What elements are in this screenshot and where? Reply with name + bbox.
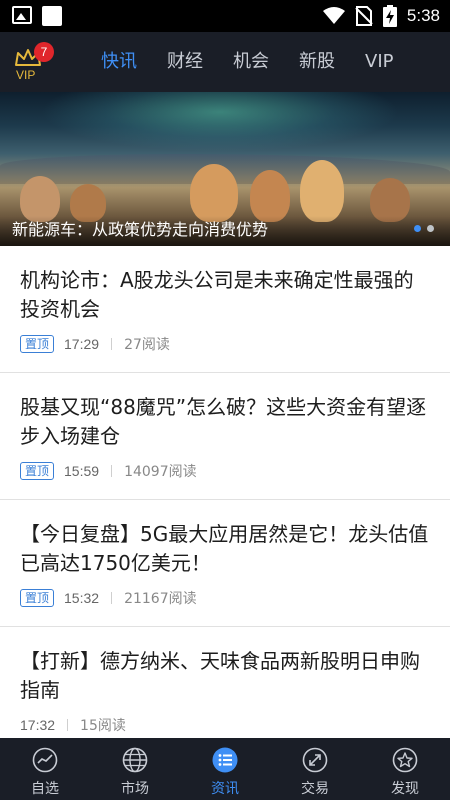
article-time: 17:29: [64, 336, 100, 352]
divider: [111, 338, 113, 350]
news-list-icon: [212, 747, 238, 773]
tab-new-stocks[interactable]: 新股: [284, 32, 350, 92]
pinned-badge: 置顶: [20, 462, 55, 480]
divider: [111, 592, 113, 604]
tab-opportunity[interactable]: 机会: [218, 32, 284, 92]
square-icon: [42, 6, 62, 26]
pinned-badge: 置顶: [20, 335, 55, 353]
bottom-tab-label: 发现: [391, 781, 419, 797]
article-meta: 置顶 15:32 21167阅读: [20, 587, 430, 609]
read-count: 15阅读: [80, 718, 126, 734]
globe-icon: [122, 747, 148, 773]
bottom-tab-label: 自选: [31, 781, 59, 797]
bottom-tab-watchlist[interactable]: 自选: [0, 738, 90, 800]
carousel-indicator: [414, 225, 434, 232]
exchange-icon: [302, 747, 328, 773]
bottom-tab-market[interactable]: 市场: [90, 738, 180, 800]
bottom-tab-bar: 自选 市场 资讯 交易 发现: [0, 738, 450, 800]
bottom-tab-trade[interactable]: 交易: [270, 738, 360, 800]
article-time: 15:59: [64, 463, 100, 479]
bottom-tab-discover[interactable]: 发现: [360, 738, 450, 800]
article-meta: 置顶 15:59 14097阅读: [20, 460, 430, 482]
article-title[interactable]: 机构论市：A股龙头公司是未来确定性最强的投资机会: [20, 266, 430, 324]
read-count: 27阅读: [124, 337, 170, 353]
notification-badge: 7: [34, 42, 54, 62]
pinned-badge: 置顶: [20, 589, 55, 607]
vip-button[interactable]: VIP 7: [12, 42, 54, 82]
tab-flash-news[interactable]: 快讯: [86, 32, 152, 92]
bottom-tab-label: 市场: [121, 781, 149, 797]
divider: [111, 465, 113, 477]
read-count: 14097阅读: [124, 464, 197, 480]
article-meta: 17:32 15阅读: [20, 714, 430, 736]
bottom-tab-label: 资讯: [211, 781, 239, 797]
battery-charging-icon: [382, 5, 397, 27]
divider: [67, 719, 69, 731]
article-item[interactable]: 【今日复盘】5G最大应用居然是它！龙头估值已高达1750亿美元！ 置顶 15:3…: [0, 500, 450, 627]
clock-time: 5:38: [406, 6, 440, 25]
status-bar: 5:38: [0, 0, 450, 32]
banner-image: [40, 92, 400, 152]
banner-title[interactable]: 新能源车：从政策优势走向消费优势: [12, 216, 268, 240]
bottom-tab-label: 交易: [301, 781, 329, 797]
article-item[interactable]: 机构论市：A股龙头公司是未来确定性最强的投资机会 置顶 17:29 27阅读: [0, 246, 450, 373]
carousel-dot[interactable]: [427, 225, 434, 232]
article-title[interactable]: 【今日复盘】5G最大应用居然是它！龙头估值已高达1750亿美元！: [20, 520, 430, 578]
article-item[interactable]: 股基又现“88魔咒”怎么破？这些大资金有望逐步入场建仓 置顶 15:59 140…: [0, 373, 450, 500]
article-meta: 置顶 17:29 27阅读: [20, 333, 430, 355]
wifi-icon: [322, 7, 345, 24]
article-time: 15:32: [64, 590, 100, 606]
bottom-tab-news[interactable]: 资讯: [180, 738, 270, 800]
tab-finance[interactable]: 财经: [152, 32, 218, 92]
read-count: 21167阅读: [124, 591, 197, 607]
article-time: 17:32: [20, 717, 56, 733]
image-icon: [12, 6, 32, 24]
star-icon: [392, 747, 418, 773]
vip-label: VIP: [16, 68, 36, 82]
top-nav: VIP 7 快讯 财经 机会 新股 VIP: [0, 32, 450, 92]
article-title[interactable]: 股基又现“88魔咒”怎么破？这些大资金有望逐步入场建仓: [20, 393, 430, 451]
article-list: 机构论市：A股龙头公司是未来确定性最强的投资机会 置顶 17:29 27阅读 股…: [0, 246, 450, 738]
no-sim-icon: [355, 6, 373, 26]
banner-carousel[interactable]: 新能源车：从政策优势走向消费优势: [0, 92, 450, 246]
carousel-dot[interactable]: [414, 225, 421, 232]
tab-vip[interactable]: VIP: [350, 32, 408, 92]
trend-icon: [32, 747, 58, 773]
article-title[interactable]: 【打新】德方纳米、天味食品两新股明日申购指南: [20, 647, 430, 705]
article-item[interactable]: 【打新】德方纳米、天味食品两新股明日申购指南 17:32 15阅读: [0, 627, 450, 738]
category-tabs: 快讯 财经 机会 新股 VIP: [86, 32, 408, 92]
